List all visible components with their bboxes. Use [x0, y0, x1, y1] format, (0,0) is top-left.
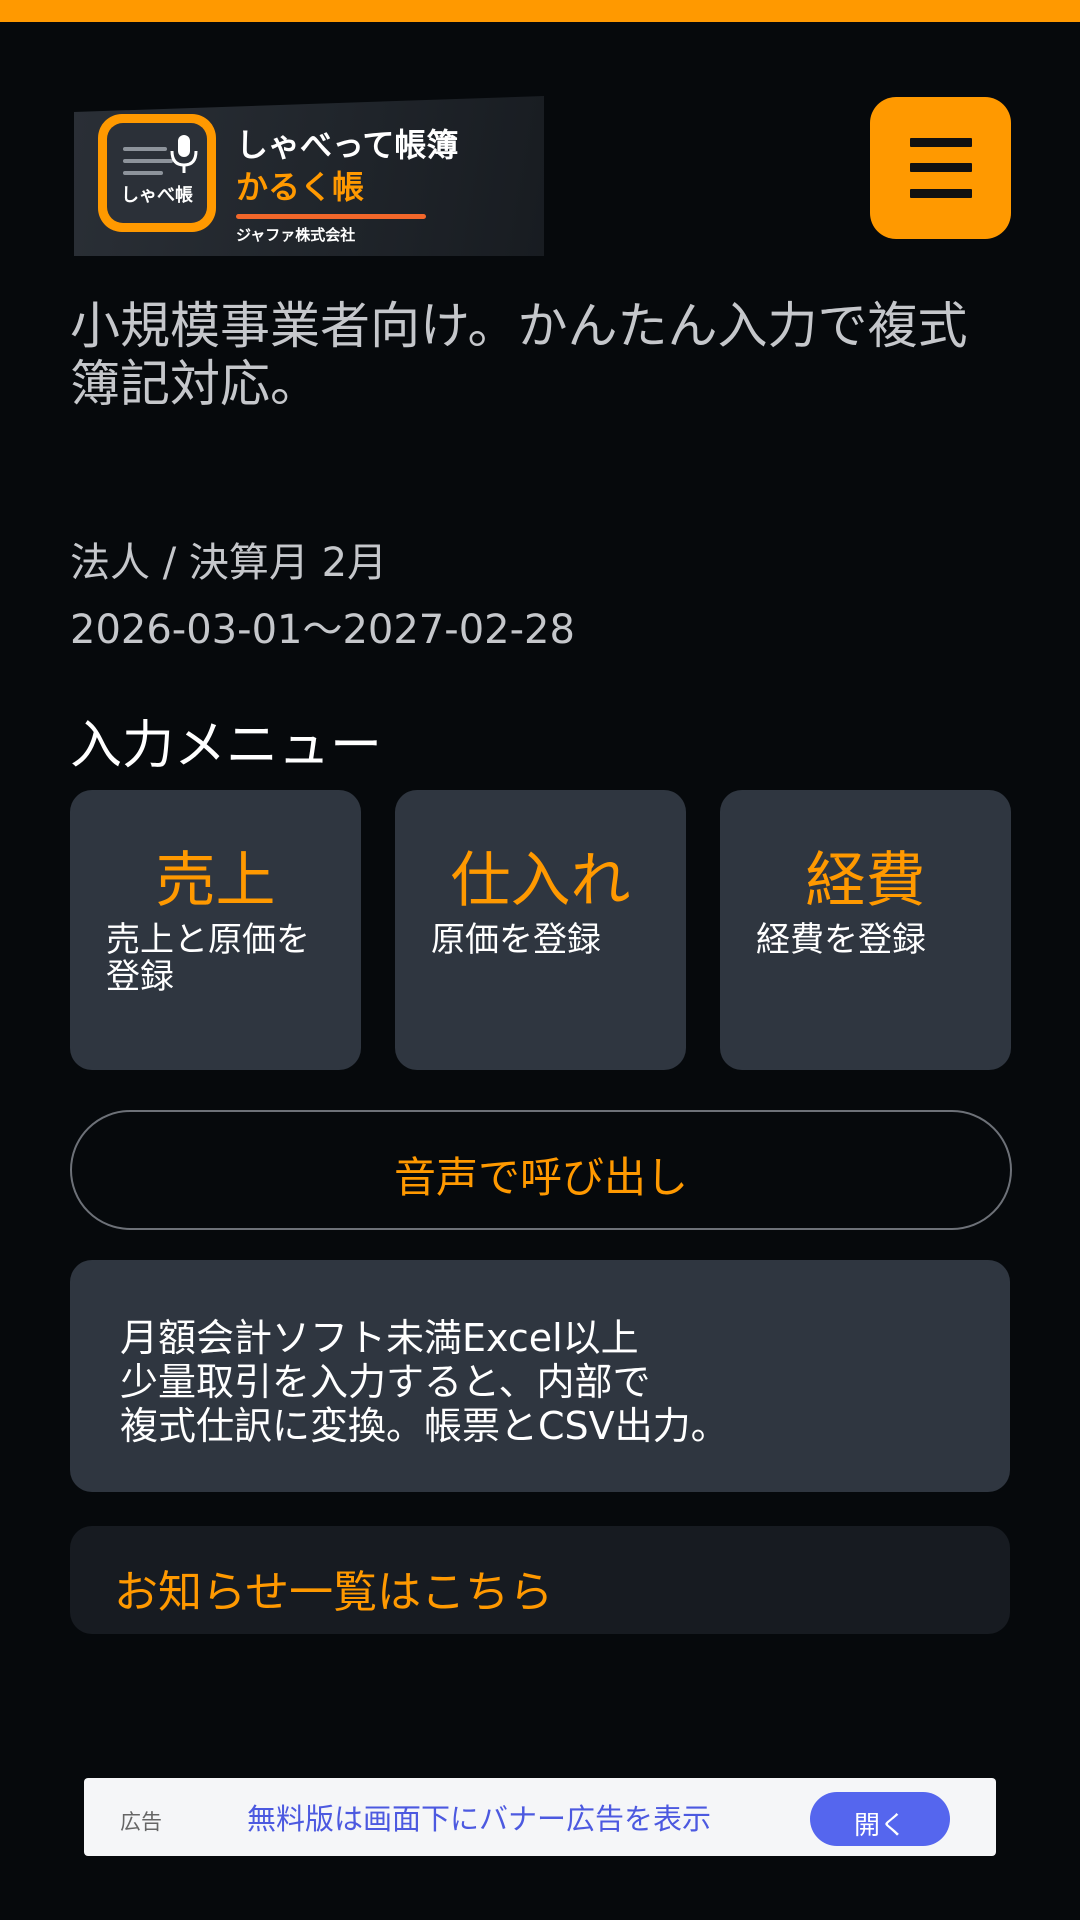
- info-line: 月額会計ソフト未満Excel以上: [120, 1316, 639, 1360]
- fiscal-period: 2026-03-01〜2027-02-28: [70, 607, 575, 653]
- card-description: 経費を登録: [756, 920, 926, 960]
- menu-card-sales[interactable]: 売上 売上と原価を登録: [70, 790, 361, 1070]
- menu-card-purchase[interactable]: 仕入れ 原価を登録: [395, 790, 686, 1070]
- logo-underline: [236, 214, 426, 219]
- section-title-input-menu: 入力メニュー: [70, 716, 383, 776]
- notice-list-label: お知らせ一覧はこちら: [114, 1567, 554, 1618]
- info-line: 少量取引を入力すると、内部で: [120, 1360, 651, 1404]
- menu-card-expenses[interactable]: 経費 経費を登録: [720, 790, 1011, 1070]
- logo-company: ジャファ株式会社: [236, 226, 356, 244]
- top-accent-bar: [0, 0, 1080, 22]
- logo-title: しゃべって帳簿: [236, 126, 459, 164]
- microphone-icon: [170, 135, 198, 173]
- ad-text: 無料版は画面下にバナー広告を表示: [247, 1802, 712, 1836]
- card-description: 原価を登録: [431, 920, 601, 960]
- hamburger-menu-button[interactable]: [870, 97, 1011, 239]
- logo-subtitle: かるく帳: [236, 168, 365, 206]
- card-title: 売上: [155, 846, 276, 916]
- notice-list-link[interactable]: お知らせ一覧はこちら: [70, 1526, 1010, 1634]
- card-description: 売上と原価を登録: [106, 920, 310, 997]
- ad-open-label: 開く: [853, 1811, 906, 1841]
- card-title: 仕入れ: [450, 846, 631, 916]
- info-box: 月額会計ソフト未満Excel以上 少量取引を入力すると、内部で 複式仕訳に変換。…: [70, 1260, 1010, 1492]
- ad-banner: 広告 無料版は画面下にバナー広告を表示 開く: [84, 1778, 996, 1856]
- app-logo: しゃべ帳 しゃべって帳簿 かるく帳 ジャファ株式会社: [74, 96, 544, 256]
- voice-call-label: 音声で呼び出し: [393, 1153, 688, 1202]
- logo-badge: しゃべ帳: [98, 114, 216, 232]
- card-title: 経費: [805, 846, 926, 916]
- info-line: 複式仕訳に変換。帳票とCSV出力。: [120, 1404, 729, 1448]
- logo-badge-text: しゃべ帳: [121, 185, 193, 206]
- ad-open-button[interactable]: 開く: [810, 1792, 950, 1846]
- tagline: 小規模事業者向け。かんたん入力で複式簿記対応。: [70, 297, 968, 413]
- business-type-info: 法人 / 決算月 2月: [70, 540, 388, 586]
- voice-call-button[interactable]: 音声で呼び出し: [70, 1110, 1012, 1230]
- ad-tag: 広告: [120, 1810, 162, 1834]
